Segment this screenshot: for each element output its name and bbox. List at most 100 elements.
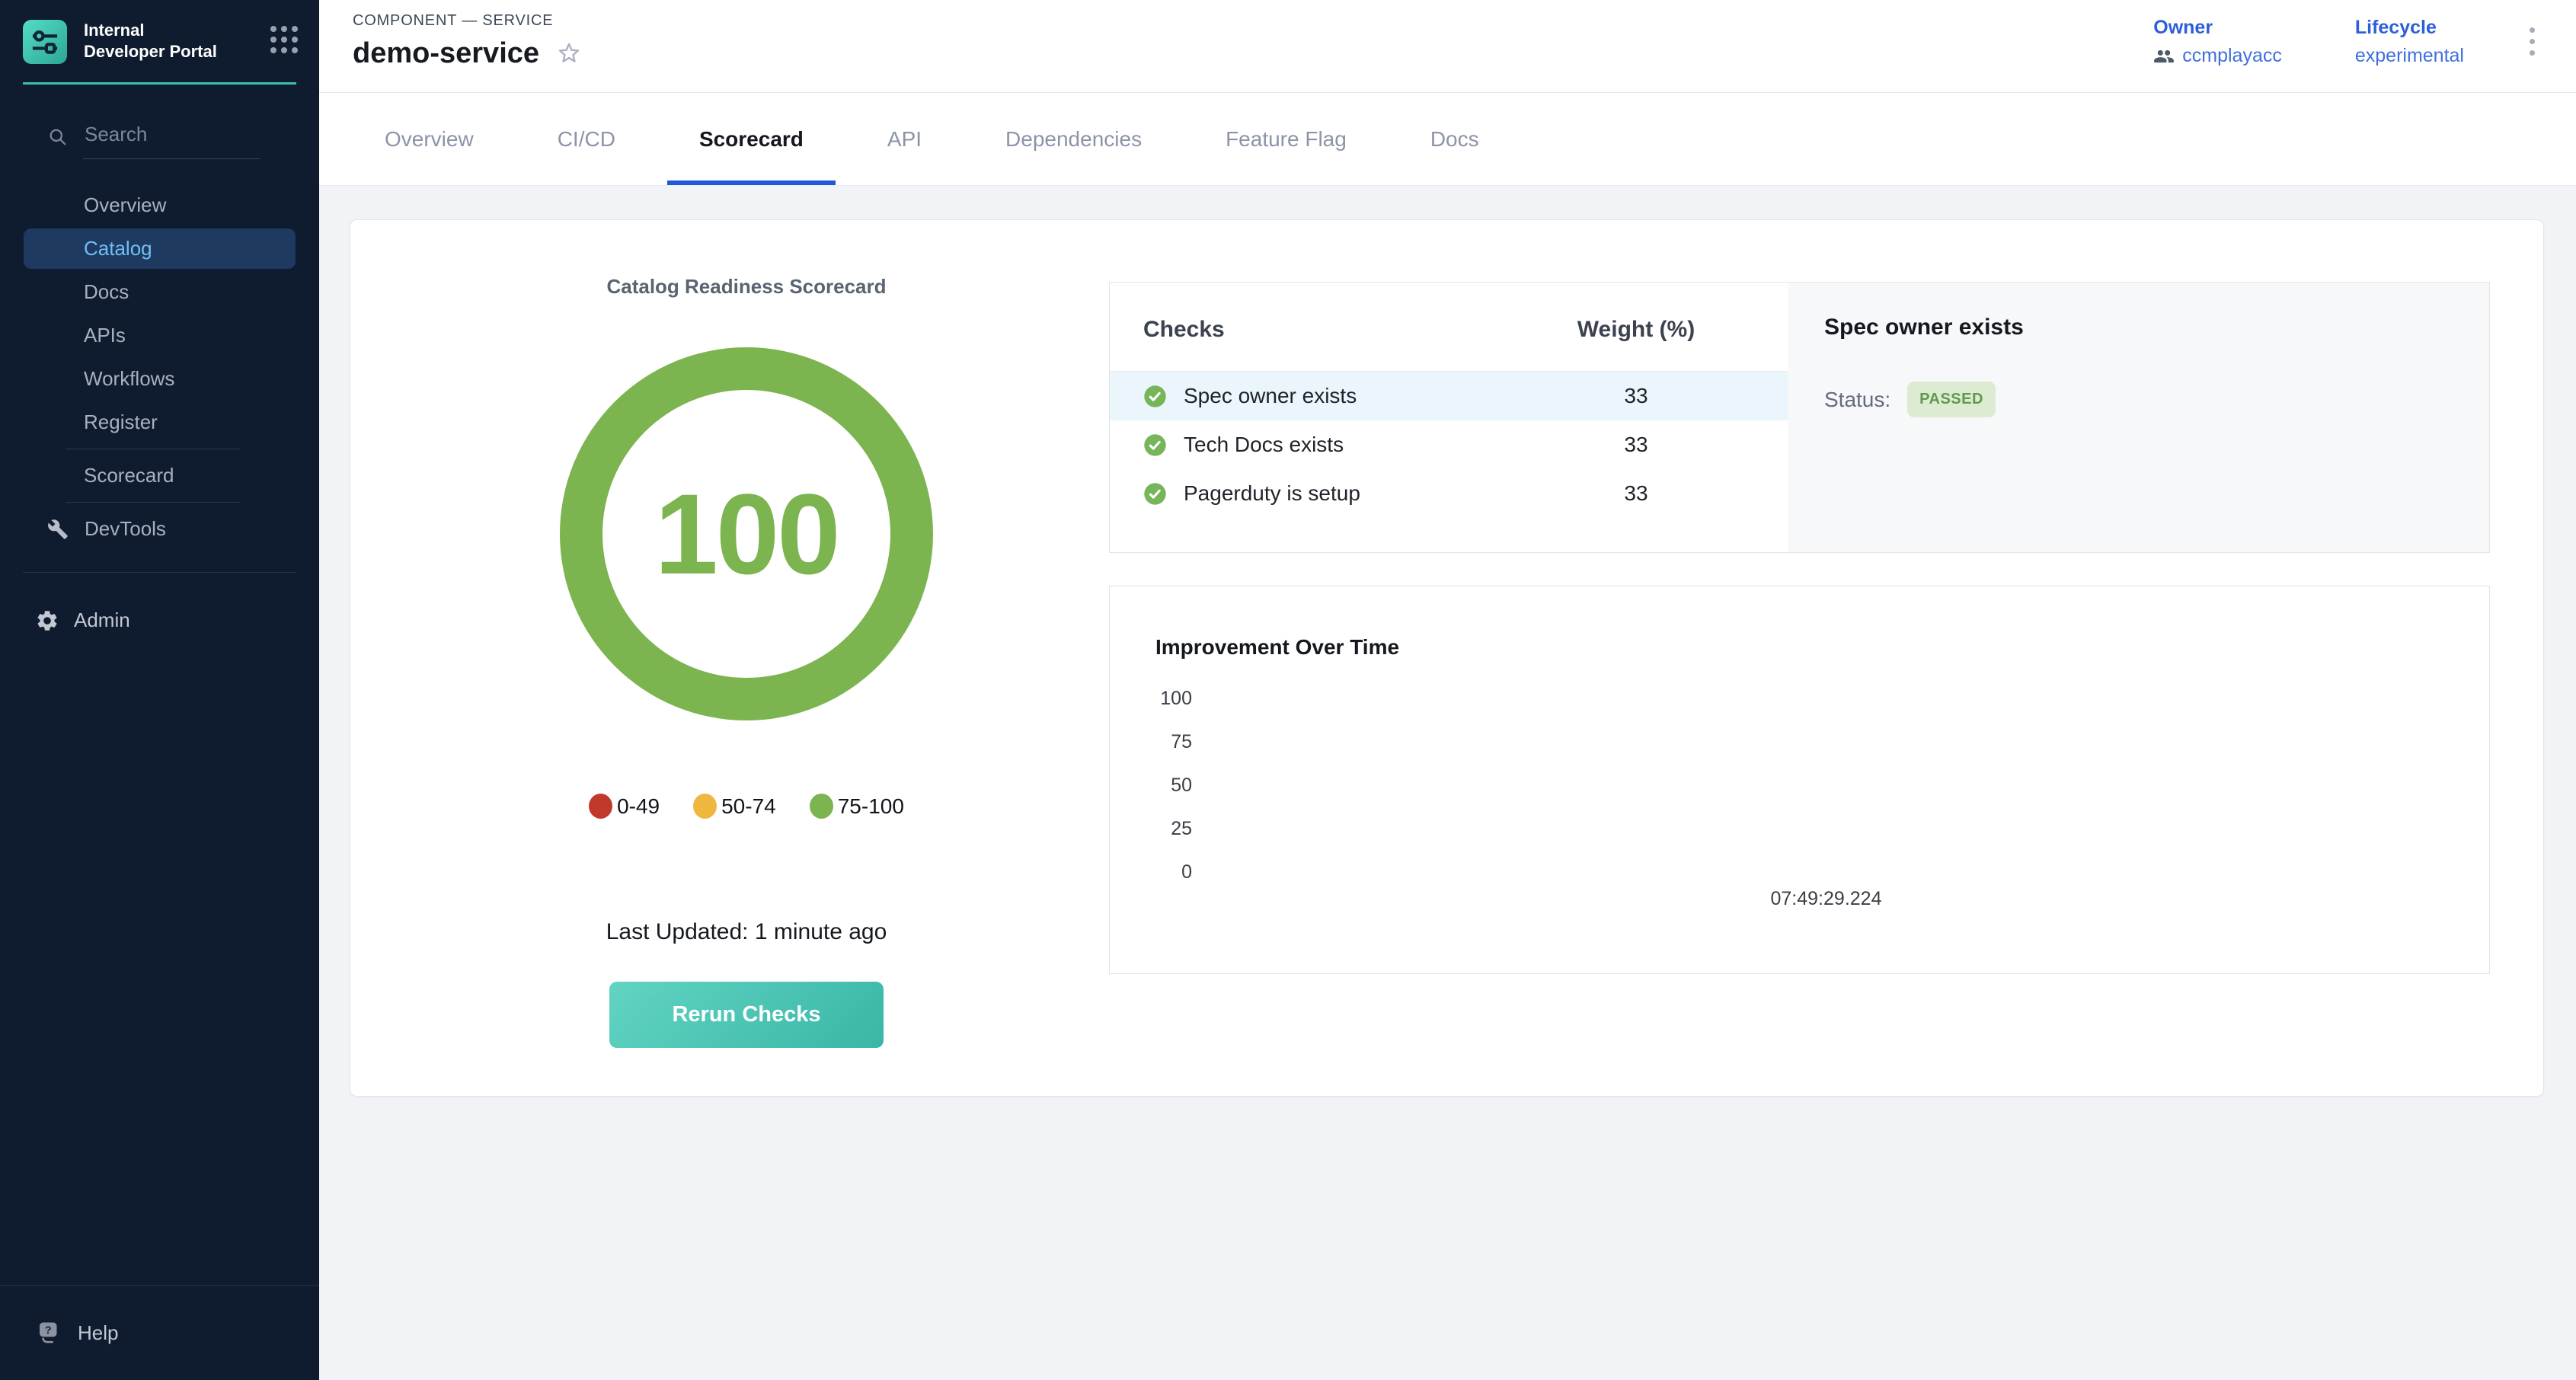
- sidebar-item-label: Docs: [84, 280, 129, 304]
- checks-column-header: Checks: [1143, 317, 1518, 343]
- sidebar-item-workflows[interactable]: Workflows: [0, 357, 319, 401]
- check-label: Spec owner exists: [1184, 384, 1357, 408]
- sidebar-item-help[interactable]: ? Help: [0, 1286, 319, 1380]
- owner-block: Owner ccmplayacc: [2153, 17, 2282, 67]
- entity-header-left: COMPONENT — SERVICE demo-service: [353, 12, 583, 92]
- tab-feature-flag[interactable]: Feature Flag: [1194, 93, 1379, 185]
- page-title: demo-service: [353, 37, 539, 70]
- content-area: Catalog Readiness Scorecard 100 0-49 50-…: [319, 186, 2576, 1380]
- entity-kind-eyebrow: COMPONENT — SERVICE: [353, 12, 583, 30]
- sidebar-item-overview[interactable]: Overview: [0, 184, 319, 227]
- sidebar-spacer: [0, 642, 319, 1285]
- owner-link: ccmplayacc: [2182, 45, 2282, 67]
- y-tick: 25: [1149, 817, 1192, 861]
- brand: Internal Developer Portal: [0, 0, 319, 79]
- kebab-menu-icon[interactable]: [2522, 17, 2542, 66]
- admin-divider: [23, 572, 296, 573]
- sidebar-item-admin[interactable]: Admin: [0, 599, 319, 642]
- search-input[interactable]: [83, 123, 260, 159]
- legend-item-low: 0-49: [589, 794, 660, 819]
- tab-scorecard[interactable]: Scorecard: [667, 93, 836, 185]
- chart-y-axis: 100 75 50 25 0: [1149, 687, 1192, 904]
- check-weight: 33: [1518, 433, 1754, 457]
- sidebar-item-register[interactable]: Register: [0, 401, 319, 444]
- people-icon: [2153, 46, 2175, 67]
- brand-accent-divider: [23, 82, 296, 85]
- tab-label: CI/CD: [558, 127, 615, 152]
- sidebar-search: [47, 123, 296, 159]
- legend-label: 50-74: [721, 794, 776, 819]
- tab-cicd[interactable]: CI/CD: [526, 93, 647, 185]
- legend-item-mid: 50-74: [693, 794, 776, 819]
- nav-divider: [66, 502, 240, 503]
- lifecycle-text: experimental: [2355, 45, 2464, 67]
- check-detail-title: Spec owner exists: [1824, 315, 2453, 340]
- legend-dot-red: [589, 794, 612, 819]
- sidebar-item-label: Catalog: [84, 237, 152, 260]
- check-passed-icon: [1143, 482, 1167, 506]
- sidebar-item-catalog[interactable]: Catalog: [24, 228, 296, 269]
- gear-icon: [35, 609, 59, 633]
- sidebar-item-scorecard[interactable]: Scorecard: [0, 454, 319, 497]
- checks-column: Checks Weight (%) Spec owner exists: [1109, 220, 2543, 1096]
- checks-table-header: Checks Weight (%): [1110, 305, 1788, 354]
- entity-header: COMPONENT — SERVICE demo-service Owner c…: [319, 0, 2576, 93]
- checks-table: Checks Weight (%) Spec owner exists: [1110, 283, 1788, 552]
- check-label: Pagerduty is setup: [1184, 481, 1360, 506]
- tab-label: Dependencies: [1005, 127, 1142, 152]
- lifecycle-block: Lifecycle experimental: [2355, 17, 2464, 67]
- rerun-checks-button[interactable]: Rerun Checks: [609, 982, 884, 1048]
- entity-tabs: Overview CI/CD Scorecard API Dependencie…: [319, 93, 2576, 186]
- sidebar-item-docs[interactable]: Docs: [0, 270, 319, 314]
- help-chat-icon: ?: [35, 1319, 62, 1346]
- tab-docs[interactable]: Docs: [1398, 93, 1511, 185]
- score-value: 100: [654, 468, 838, 600]
- y-tick: 50: [1149, 774, 1192, 817]
- check-status-row: Status: PASSED: [1824, 382, 2453, 417]
- main-area: COMPONENT — SERVICE demo-service Owner c…: [319, 0, 2576, 1380]
- gauge-column: Catalog Readiness Scorecard 100 0-49 50-…: [350, 220, 1109, 1096]
- check-weight: 33: [1518, 384, 1754, 408]
- sidebar-item-devtools[interactable]: DevTools: [0, 507, 319, 551]
- score-gauge: 100: [560, 347, 933, 720]
- tab-dependencies[interactable]: Dependencies: [973, 93, 1174, 185]
- check-passed-icon: [1143, 385, 1167, 408]
- improvement-chart: Improvement Over Time 100 75 50 25 0 07:…: [1109, 586, 2490, 974]
- tab-label: Overview: [385, 127, 474, 152]
- sidebar-item-label: APIs: [84, 324, 126, 347]
- tab-overview[interactable]: Overview: [353, 93, 506, 185]
- legend-dot-yellow: [693, 794, 717, 819]
- favorite-star-icon[interactable]: [555, 40, 583, 69]
- checks-block: Checks Weight (%) Spec owner exists: [1109, 282, 2490, 553]
- entity-header-right: Owner ccmplayacc Lifecycle experimental: [2153, 12, 2542, 92]
- status-badge: PASSED: [1907, 382, 1996, 417]
- scorecard-card: Catalog Readiness Scorecard 100 0-49 50-…: [350, 219, 2544, 1097]
- tab-label: Docs: [1430, 127, 1479, 152]
- weight-column-header: Weight (%): [1518, 317, 1754, 343]
- gauge-title: Catalog Readiness Scorecard: [606, 275, 886, 299]
- check-weight: 33: [1518, 481, 1754, 506]
- status-label: Status:: [1824, 388, 1890, 412]
- owner-label: Owner: [2153, 17, 2282, 39]
- app-logo[interactable]: [23, 20, 67, 64]
- sidebar-item-label: Register: [84, 410, 158, 434]
- check-passed-icon: [1143, 433, 1167, 457]
- app-title: Internal Developer Portal: [84, 20, 218, 62]
- lifecycle-value: experimental: [2355, 45, 2464, 67]
- lifecycle-label: Lifecycle: [2355, 17, 2464, 39]
- svg-text:?: ?: [45, 1324, 52, 1337]
- check-row-tech-docs[interactable]: Tech Docs exists 33: [1110, 420, 1788, 469]
- sidebar: Internal Developer Portal Overview Catal…: [0, 0, 319, 1380]
- legend-label: 0-49: [617, 794, 660, 819]
- sidebar-item-apis[interactable]: APIs: [0, 314, 319, 357]
- y-tick: 100: [1149, 687, 1192, 730]
- sidebar-item-label: Admin: [74, 609, 130, 632]
- legend-label: 75-100: [838, 794, 904, 819]
- tab-api[interactable]: API: [855, 93, 954, 185]
- owner-value[interactable]: ccmplayacc: [2153, 45, 2282, 67]
- sidebar-item-label: DevTools: [85, 517, 166, 541]
- check-row-spec-owner[interactable]: Spec owner exists 33: [1110, 372, 1788, 420]
- check-row-pagerduty[interactable]: Pagerduty is setup 33: [1110, 469, 1788, 518]
- tab-label: Feature Flag: [1226, 127, 1347, 152]
- app-grid-icon[interactable]: [270, 26, 298, 53]
